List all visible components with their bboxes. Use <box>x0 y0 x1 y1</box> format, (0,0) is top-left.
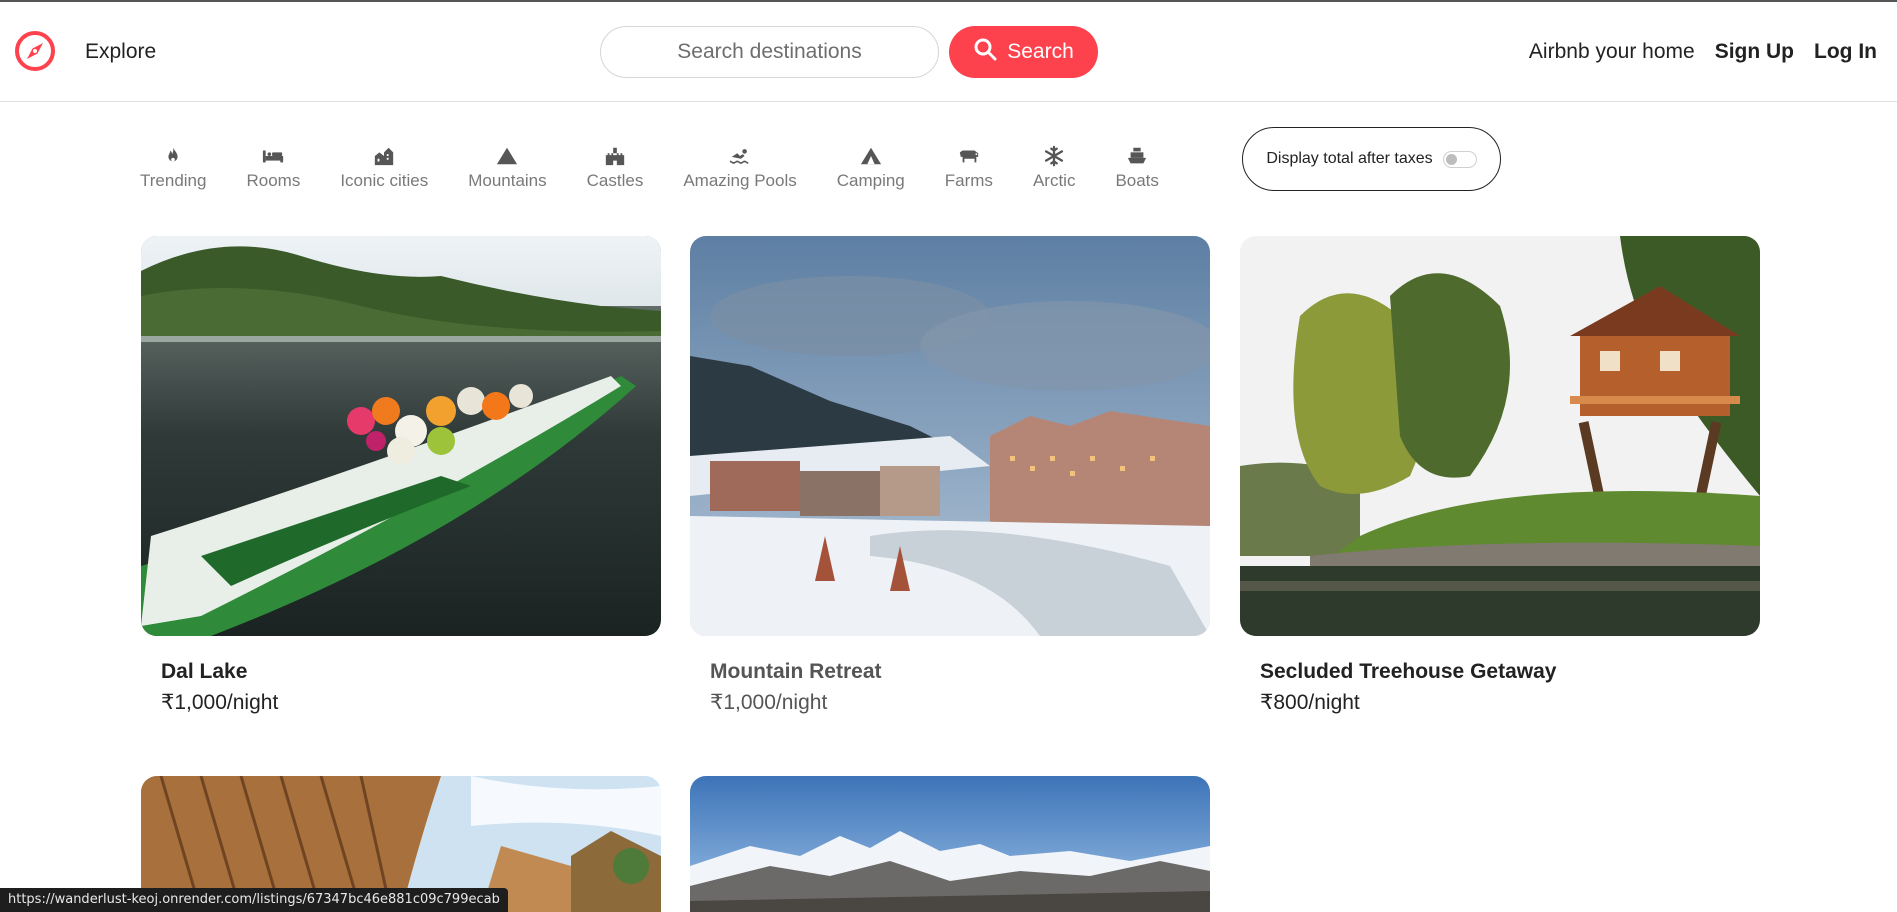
filter-label: Castles <box>586 171 644 190</box>
search-bar: Search <box>600 26 1098 78</box>
listing-title: Secluded Treehouse Getaway <box>1260 660 1557 683</box>
filter-label: Mountains <box>468 171 547 190</box>
filter-amazing-pools[interactable]: Amazing Pools <box>683 144 797 191</box>
listing-image <box>141 236 661 636</box>
filter-label: Trending <box>140 171 207 190</box>
snowflake-icon <box>1042 144 1066 168</box>
city-icon <box>372 144 396 168</box>
tax-toggle-label: Display total after taxes <box>1266 150 1433 167</box>
listing-title: Dal Lake <box>161 660 248 683</box>
mountain-icon <box>495 144 519 168</box>
switch-knob <box>1445 153 1457 165</box>
filter-trending[interactable]: Trending <box>140 144 206 191</box>
explore-link[interactable]: Explore <box>85 40 156 64</box>
listing-card[interactable]: Dal Lake ₹1,000/night <box>141 236 661 714</box>
nav-links: Airbnb your home Sign Up Log In <box>1529 40 1877 64</box>
search-button[interactable]: Search <box>949 26 1098 78</box>
filter-mountains[interactable]: Mountains <box>468 144 547 191</box>
filter-label: Camping <box>836 171 905 190</box>
airbnb-your-home-link[interactable]: Airbnb your home <box>1529 40 1695 64</box>
castle-icon <box>603 144 627 168</box>
bed-icon <box>261 144 285 168</box>
listing-image <box>1240 236 1760 636</box>
swimmer-icon <box>728 144 752 168</box>
filter-label: Amazing Pools <box>683 171 797 190</box>
filter-boats[interactable]: Boats <box>1115 144 1159 191</box>
cow-icon <box>957 144 981 168</box>
filter-farms[interactable]: Farms <box>945 144 993 191</box>
filter-arctic[interactable]: Arctic <box>1032 144 1076 191</box>
filter-iconic-cities[interactable]: Iconic cities <box>340 144 428 191</box>
listing-price: ₹1,000/night <box>710 691 828 714</box>
compass-logo-icon[interactable] <box>14 30 56 72</box>
browser-status-url: https://wanderlust-keoj.onrender.com/lis… <box>0 888 508 912</box>
login-link[interactable]: Log In <box>1814 40 1877 64</box>
search-input[interactable] <box>600 26 939 78</box>
signup-link[interactable]: Sign Up <box>1715 40 1794 64</box>
ship-icon <box>1125 144 1149 168</box>
listing-image <box>690 236 1210 636</box>
listing-card[interactable]: Mountain Retreat ₹1,000/night <box>690 236 1210 714</box>
tent-icon <box>859 144 883 168</box>
navbar: Explore Search Airbnb your home Sign Up … <box>0 2 1897 102</box>
filter-rooms[interactable]: Rooms <box>246 144 300 191</box>
listing-price: ₹1,000/night <box>161 691 279 714</box>
filter-label: Arctic <box>1032 171 1076 190</box>
filter-castles[interactable]: Castles <box>586 144 644 191</box>
tax-switch[interactable] <box>1442 150 1477 168</box>
search-button-label: Search <box>1007 40 1074 63</box>
filter-label: Rooms <box>246 171 301 190</box>
listing-card[interactable] <box>690 776 1210 912</box>
tax-toggle[interactable]: Display total after taxes <box>1242 127 1501 191</box>
listing-price: ₹800/night <box>1260 691 1360 714</box>
filter-label: Boats <box>1115 171 1159 190</box>
listing-card[interactable]: Secluded Treehouse Getaway ₹800/night <box>1240 236 1760 714</box>
filter-camping[interactable]: Camping <box>837 144 905 191</box>
listing-title: Mountain Retreat <box>710 660 882 683</box>
filter-label: Iconic cities <box>340 171 429 190</box>
listing-image <box>690 776 1210 912</box>
fire-icon <box>161 144 185 168</box>
search-icon <box>973 37 997 67</box>
category-filters: Trending Rooms Iconic cities Mountains C… <box>140 144 1159 191</box>
filter-label: Farms <box>944 171 993 190</box>
